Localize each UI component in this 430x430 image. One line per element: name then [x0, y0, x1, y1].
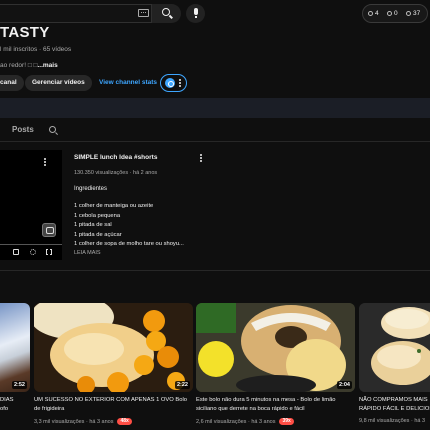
video-title[interactable]: Este bolo não dura 5 minutos na mesa - B…: [196, 396, 358, 413]
list-item: 1 cebola pequena: [74, 212, 121, 219]
circle-icon: [368, 11, 373, 16]
channel-options-button[interactable]: [160, 74, 187, 92]
microphone-icon: [194, 8, 198, 18]
view-channel-stats-link[interactable]: View channel stats: [99, 75, 157, 91]
channel-meta: l mil inscritos · 65 vídeos: [0, 46, 72, 53]
list-item: 1 colher de manteiga ou azeite: [74, 203, 154, 209]
description-more-link[interactable]: ...mais: [37, 62, 57, 69]
extension-stats-pill[interactable]: 4 0 37: [362, 4, 428, 23]
thumbnail-image: [196, 303, 355, 392]
video-title[interactable]: UM SUCESSO NO EXTERIOR COM APENAS 1 OVO …: [34, 396, 194, 413]
post-meta: 130.350 visualizações · há 2 anos: [74, 170, 158, 176]
keyboard-icon[interactable]: [138, 9, 149, 17]
more-vert-icon[interactable]: [200, 154, 202, 164]
circle-icon: [406, 11, 411, 16]
more-vert-icon[interactable]: [44, 158, 46, 168]
channel-description[interactable]: ao redor! □ □...mais: [0, 62, 58, 69]
video-thumbnail[interactable]: [359, 303, 430, 392]
duration-badge: 2:52: [11, 381, 27, 389]
badge: 48x: [117, 418, 132, 425]
video-thumbnail[interactable]: 2:22: [34, 303, 193, 392]
top-bar: 4 0 37: [0, 0, 430, 28]
customize-channel-button[interactable]: canal: [0, 75, 24, 91]
video-thumbnail[interactable]: 2:04: [196, 303, 355, 392]
manage-videos-button[interactable]: Gerenciar vídeos: [25, 75, 92, 91]
video-title[interactable]: NÃO COMPRAMOS MAIS RÁPIDO FÁCIL E DELICI…: [359, 396, 430, 413]
gear-icon[interactable]: [30, 249, 36, 255]
fullscreen-icon[interactable]: [46, 249, 52, 255]
badge: 39x: [279, 418, 294, 425]
video-thumbnail[interactable]: 2:52: [0, 303, 30, 392]
stat-item: 4: [368, 10, 379, 17]
list-item: 1 colher de sopa de molho tare ou shoyu.…: [74, 241, 184, 248]
search-icon: [162, 8, 170, 16]
post-title[interactable]: SIMPLE lunch Idea #shorts: [74, 154, 157, 161]
video-meta: 3,3 mil visualizações · há 3 anos 48x: [34, 418, 132, 425]
subtitles-icon[interactable]: [13, 249, 19, 255]
channel-banner-strip: [0, 98, 430, 118]
thumbnail-image: [34, 303, 193, 392]
list-item: 1 pitada de açúcar: [74, 231, 122, 238]
list-item: 1 pitada de sal: [74, 222, 112, 229]
avatar-icon: [165, 78, 175, 88]
more-vert-icon: [179, 79, 181, 89]
post-heading: Ingredientes: [74, 186, 108, 192]
duration-badge: 2:22: [174, 381, 190, 389]
circle-icon: [387, 11, 392, 16]
tab-posts[interactable]: Posts: [12, 125, 34, 134]
thumbnail-image: [359, 303, 430, 392]
duration-badge: 2:04: [336, 381, 352, 389]
channel-title: TASTY: [0, 24, 50, 41]
channel-tabs: Posts: [0, 118, 430, 142]
progress-bar[interactable]: [0, 244, 62, 245]
stat-item: 0: [387, 10, 398, 17]
channel-logo-icon: [42, 223, 56, 237]
video-meta: 9,8 mil visualizações · há 3: [359, 418, 426, 424]
description-text: ao redor! □ □: [0, 62, 38, 69]
video-title[interactable]: DIAS ofo: [0, 396, 14, 413]
video-meta: 2,6 mil visualizações · há 3 anos 39x: [196, 418, 294, 425]
divider: [0, 270, 430, 271]
stat-item: 37: [406, 10, 420, 17]
read-more-link[interactable]: LEIA MAIS: [74, 250, 101, 256]
search-input[interactable]: [0, 4, 152, 23]
ingredients-list: 1 colher de manteiga ou azeite 1 cebola …: [74, 202, 184, 250]
search-icon[interactable]: [49, 126, 56, 133]
